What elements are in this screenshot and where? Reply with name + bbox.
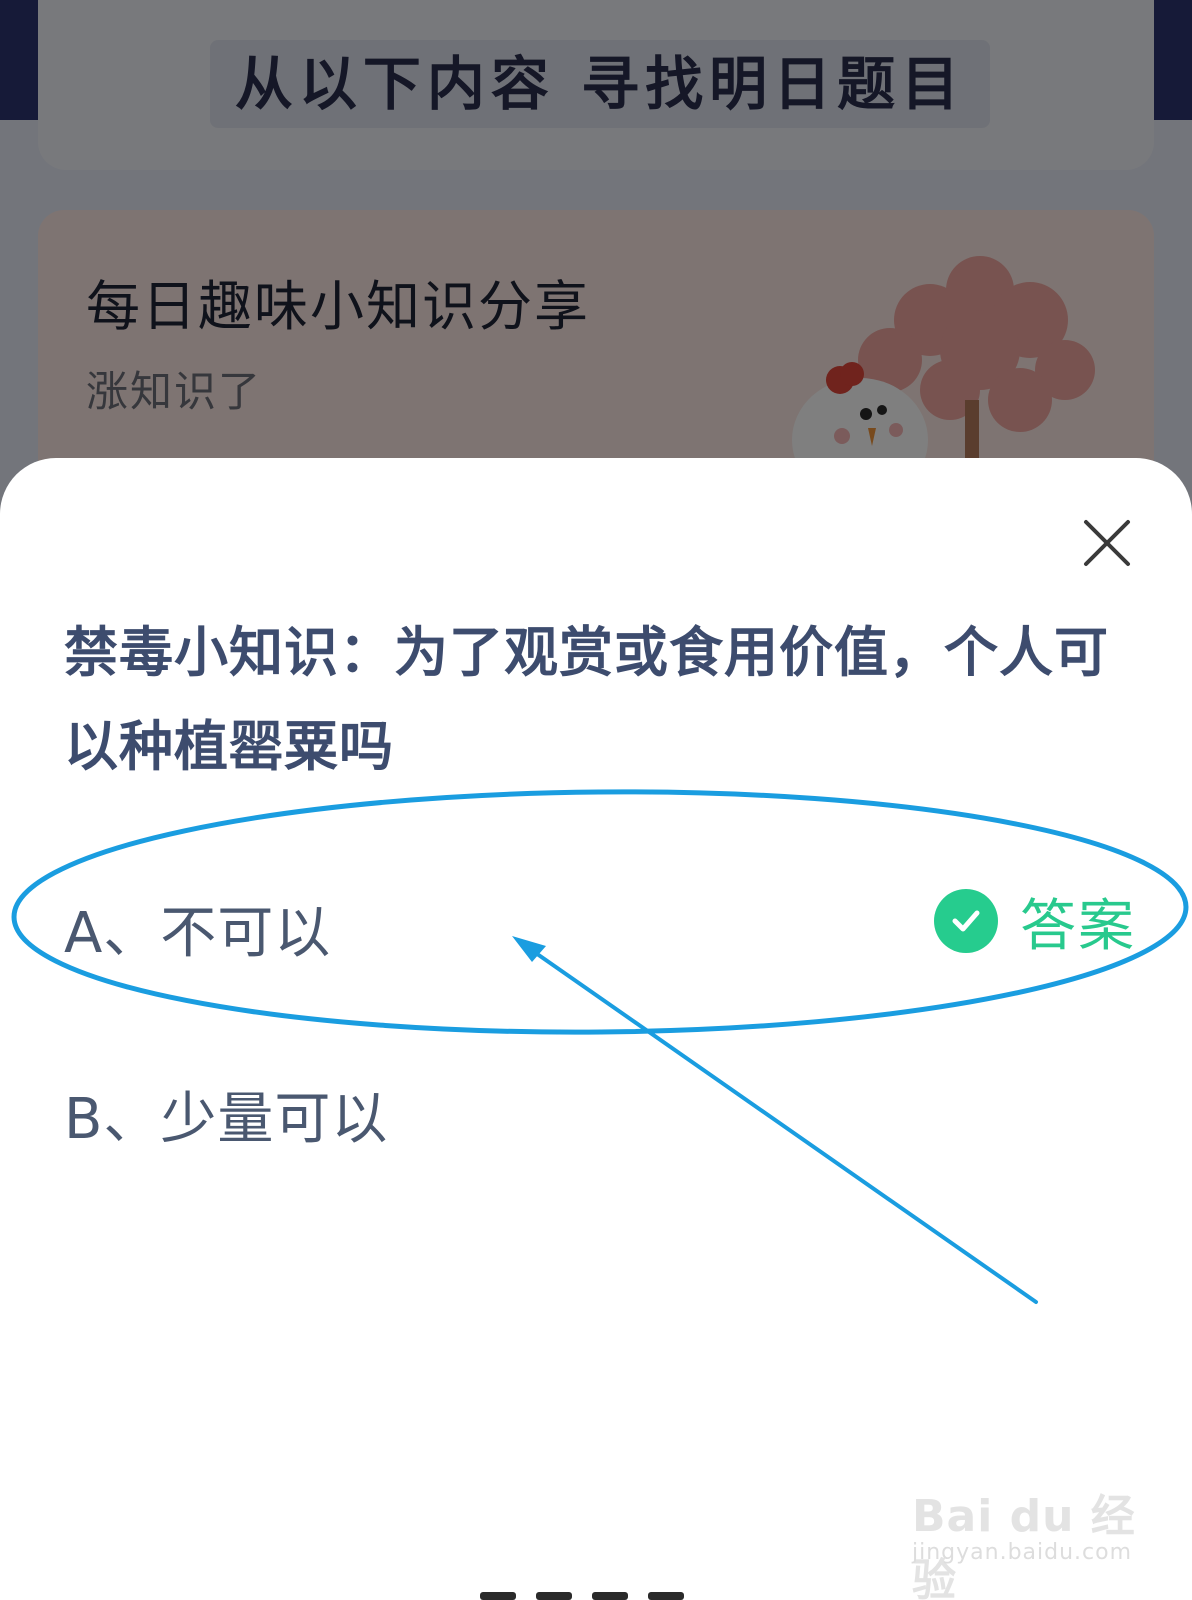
check-circle-icon [934, 889, 998, 953]
watermark-logo: Bai du 经验 [912, 1491, 1136, 1600]
question-text: 禁毒小知识：为了观赏或食用价值，个人可以种植罂粟吗 [64, 621, 1109, 778]
option-a[interactable]: A、不可以 [64, 888, 331, 969]
answer-badge: 答案 [934, 886, 1136, 959]
close-icon [1084, 520, 1130, 566]
quiz-screen: 从以下内容 寻找明日题目 每日趣味小知识分享 涨知识了 [0, 0, 1192, 1600]
bottom-partial-text [480, 1578, 760, 1600]
option-b[interactable]: B、少量可以 [64, 1074, 388, 1155]
baidu-watermark: Bai du 经验 jingyan.baidu.com [912, 1480, 1142, 1600]
watermark-url: jingyan.baidu.com [912, 1540, 1133, 1565]
close-button[interactable] [1078, 514, 1136, 572]
answer-label: 答案 [1020, 893, 1136, 959]
